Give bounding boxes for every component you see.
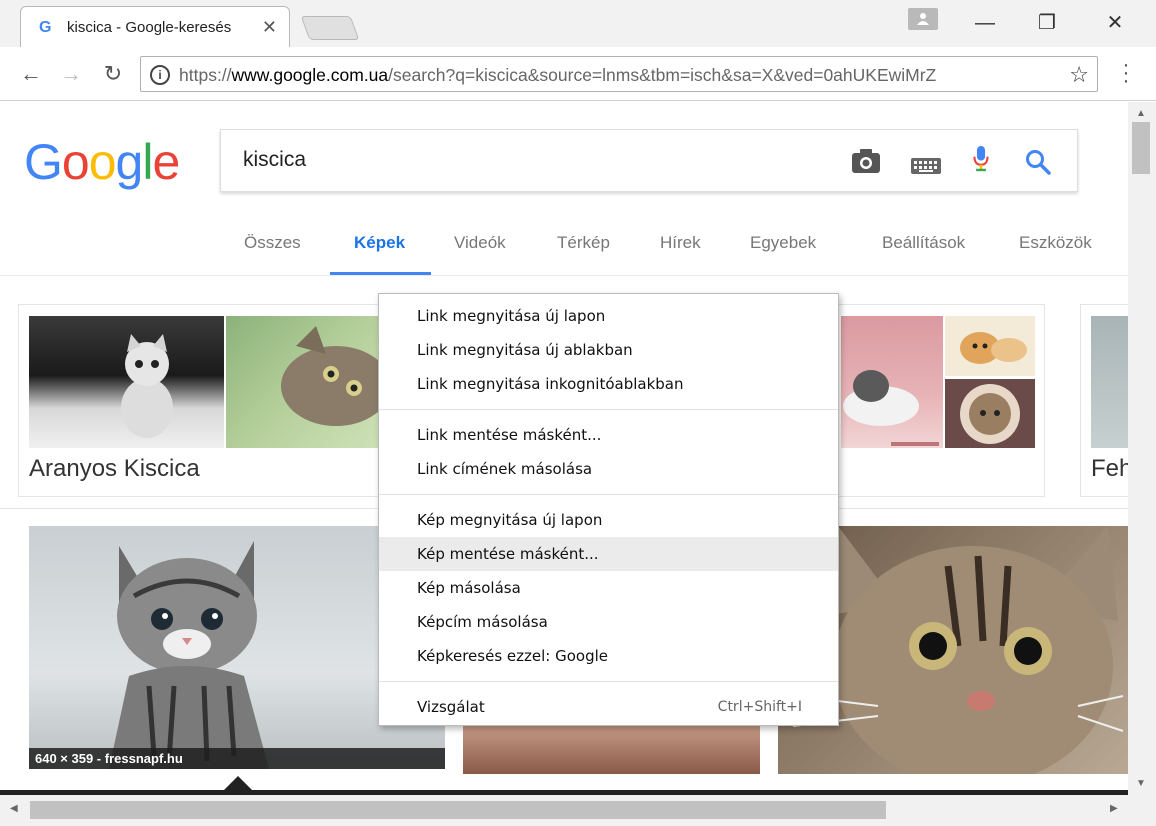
context-menu: Link megnyitása új lapon Link megnyitása… (378, 293, 839, 726)
menu-item-copy-image-address[interactable]: Képcím másolása (379, 605, 838, 639)
kitten-green-image[interactable] (226, 316, 386, 448)
kitten-pink-image[interactable] (841, 316, 943, 448)
browser-titlebar: G kiscica - Google-keresés ✕ — ❐ ✕ (0, 0, 1156, 47)
kitten-orange-image[interactable] (945, 316, 1035, 376)
menu-item-inspect[interactable]: Vizsgálat Ctrl+Shift+I (379, 690, 838, 724)
scroll-down-icon[interactable]: ▼ (1136, 778, 1146, 789)
url-text[interactable]: https://www.google.com.ua/search?q=kisci… (179, 65, 1059, 86)
keyboard-icon[interactable] (911, 153, 941, 179)
vertical-scrollbar[interactable]: ▲ ▼ (1128, 102, 1156, 795)
tab-close-icon[interactable]: ✕ (262, 17, 277, 38)
restore-button[interactable]: ❐ (1032, 8, 1062, 38)
tab-eszkozok[interactable]: Eszközök (1019, 233, 1092, 253)
forward-icon[interactable]: → (58, 61, 84, 87)
search-icon[interactable] (1025, 149, 1051, 175)
browser-tab[interactable]: G kiscica - Google-keresés ✕ (20, 6, 290, 47)
menu-item-open-link-new-window[interactable]: Link megnyitása új ablakban (379, 333, 838, 367)
tab-title: kiscica - Google-keresés (67, 19, 232, 36)
search-input[interactable]: kiscica (243, 148, 306, 172)
kitten-bw-image[interactable] (29, 316, 224, 448)
horizontal-scrollbar[interactable]: ◀ ▶ (0, 795, 1156, 826)
kitten-white-image[interactable] (1091, 316, 1128, 448)
google-logo[interactable]: Google (24, 132, 180, 192)
scroll-right-icon[interactable]: ▶ (1110, 803, 1118, 814)
inspect-shortcut: Ctrl+Shift+I (717, 699, 802, 715)
menu-separator (379, 409, 838, 410)
menu-separator (379, 681, 838, 682)
vertical-scroll-thumb[interactable] (1132, 122, 1150, 174)
menu-item-search-image-google[interactable]: Képkeresés ezzel: Google (379, 639, 838, 673)
tab-terkep[interactable]: Térkép (557, 233, 610, 253)
menu-item-open-link-new-tab[interactable]: Link megnyitása új lapon (379, 299, 838, 333)
menu-dots-icon[interactable]: · · · (1118, 55, 1134, 91)
related-card-feh[interactable]: Feh (1080, 304, 1128, 497)
minimize-button[interactable]: — (970, 8, 1000, 38)
menu-item-open-image-new-tab[interactable]: Kép megnyitása új lapon (379, 503, 838, 537)
tab-egyebek[interactable]: Egyebek (750, 233, 816, 253)
info-icon[interactable]: i (150, 65, 170, 85)
menu-item-copy-image[interactable]: Kép másolása (379, 571, 838, 605)
scroll-left-icon[interactable]: ◀ (10, 803, 18, 814)
kitten-tube-image[interactable] (945, 379, 1035, 448)
microphone-icon[interactable] (971, 146, 991, 172)
address-bar[interactable]: i https://www.google.com.ua/search?q=kis… (140, 56, 1098, 92)
scroll-up-icon[interactable]: ▲ (1136, 108, 1146, 119)
preview-pointer (224, 776, 252, 790)
tab-beallitasok[interactable]: Beállítások (882, 233, 965, 253)
reload-icon[interactable]: ↻ (100, 61, 126, 87)
tab-videok[interactable]: Videók (454, 233, 506, 253)
image-meta-label: 640 × 359 - fressnapf.hu (29, 748, 445, 769)
new-tab-button[interactable] (300, 16, 360, 40)
related-card-hidden[interactable] (830, 304, 1045, 497)
browser-toolbar: ← → ↻ i https://www.google.com.ua/search… (0, 47, 1156, 101)
result-image-2[interactable] (463, 722, 760, 774)
google-favicon-icon: G (39, 19, 52, 36)
menu-item-open-link-incognito[interactable]: Link megnyitása inkognitóablakban (379, 367, 838, 401)
menu-item-save-link-as[interactable]: Link mentése másként... (379, 418, 838, 452)
active-tab-indicator (330, 272, 431, 275)
menu-item-inspect-label: Vizsgálat (417, 698, 485, 716)
card-caption: Aranyos Kiscica (29, 455, 200, 482)
close-window-button[interactable]: ✕ (1100, 8, 1130, 38)
card-caption: Feh (1091, 455, 1128, 482)
camera-icon[interactable] (851, 148, 881, 174)
horizontal-scroll-thumb[interactable] (30, 801, 886, 819)
menu-item-save-image-as[interactable]: Kép mentése másként... (379, 537, 838, 571)
menu-separator (379, 494, 838, 495)
tab-kepek[interactable]: Képek (354, 233, 405, 253)
back-icon[interactable]: ← (18, 61, 44, 87)
tab-hirek[interactable]: Hírek (660, 233, 701, 253)
search-tabs: Összes Képek Videók Térkép Hírek Egyebek… (0, 222, 1128, 276)
star-icon[interactable]: ☆ (1069, 62, 1089, 88)
profile-icon[interactable] (908, 8, 938, 30)
menu-item-copy-link-address[interactable]: Link címének másolása (379, 452, 838, 486)
search-box[interactable]: kiscica (220, 129, 1078, 192)
tab-osszes[interactable]: Összes (244, 233, 301, 253)
